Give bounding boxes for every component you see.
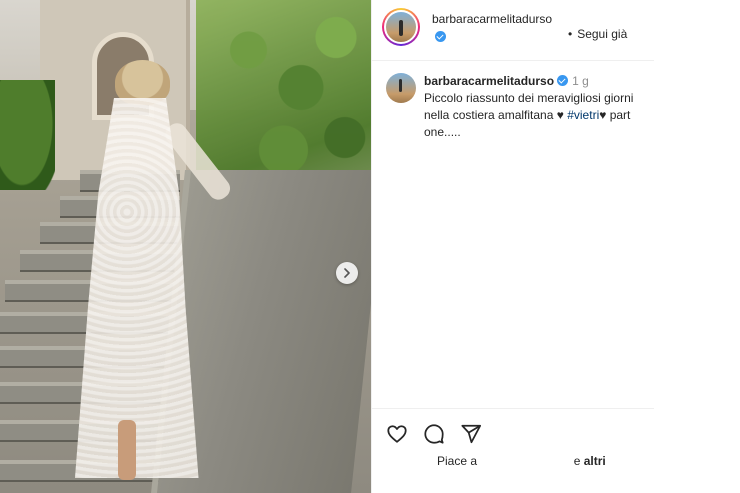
comment-bubble-icon[interactable] — [423, 423, 445, 445]
separator-dot: • — [568, 27, 573, 41]
follow-label[interactable]: Segui già — [577, 27, 627, 41]
likes-prefix: Piace a — [437, 454, 478, 468]
likes-others-link[interactable]: altri — [584, 454, 606, 468]
header-username[interactable]: barbaracarmelitadurso — [432, 10, 560, 46]
follow-status-button[interactable]: • Segui già — [568, 27, 627, 41]
chevron-right-icon — [344, 268, 350, 278]
likes-mid: e — [573, 454, 581, 468]
post-side-panel: barbaracarmelitadurso • Segui già barbara… — [371, 0, 654, 493]
caption-username[interactable]: barbaracarmelitadurso — [424, 74, 554, 88]
post-actions — [372, 408, 654, 493]
post-caption: barbaracarmelitadurso 1 g Piccolo riassun… — [372, 61, 654, 139]
caption-text: barbaracarmelitadurso 1 g Piccolo riassun… — [424, 73, 649, 141]
heart-emoji: ♥ — [556, 108, 564, 122]
heart-outline-icon[interactable] — [386, 423, 408, 445]
caption-avatar[interactable] — [386, 73, 416, 103]
likes-summary: Piace a e altri — [437, 454, 637, 468]
next-photo-button[interactable] — [336, 262, 358, 284]
post-photo — [0, 0, 371, 493]
profile-avatar-story-ring[interactable] — [382, 8, 420, 46]
post-time: 1 g — [572, 74, 589, 88]
paper-plane-icon[interactable] — [460, 423, 482, 445]
photo-woman — [70, 60, 235, 480]
post-header: barbaracarmelitadurso • Segui già — [372, 0, 654, 61]
hashtag-link[interactable]: #vietri — [567, 108, 599, 122]
verified-badge-icon — [557, 75, 569, 86]
verified-badge-icon — [435, 31, 446, 42]
